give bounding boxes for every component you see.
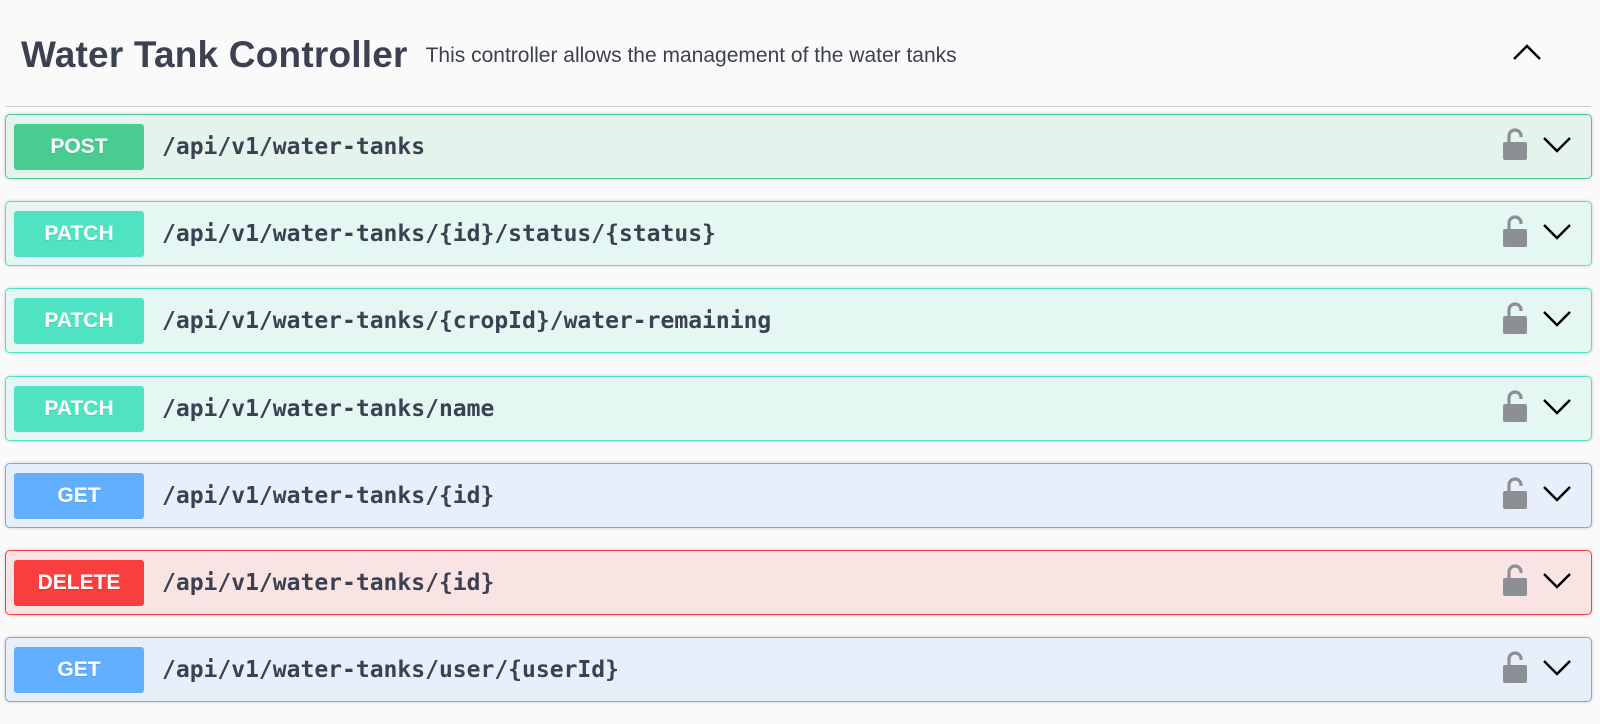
unlocked-padlock-icon[interactable] xyxy=(1501,650,1529,686)
opblock-get-water-tanks-by-user[interactable]: GET /api/v1/water-tanks/user/{userId} xyxy=(5,637,1592,702)
endpoint-path: /api/v1/water-tanks/{id} xyxy=(162,569,495,596)
method-badge: DELETE xyxy=(14,559,144,606)
unlocked-padlock-icon[interactable] xyxy=(1501,214,1529,250)
tag-description: This controller allows the management of… xyxy=(425,44,957,67)
chevron-down-icon[interactable] xyxy=(1541,132,1573,156)
unlocked-padlock-icon[interactable] xyxy=(1501,389,1529,425)
opblock-patch-water-remaining[interactable]: PATCH /api/v1/water-tanks/{cropId}/water… xyxy=(5,288,1592,353)
opblock-patch-status[interactable]: PATCH /api/v1/water-tanks/{id}/status/{s… xyxy=(5,201,1592,266)
endpoint-path: /api/v1/water-tanks/{id}/status/{status} xyxy=(162,220,716,247)
opblock-patch-name[interactable]: PATCH /api/v1/water-tanks/name xyxy=(5,376,1592,441)
unlocked-padlock-icon[interactable] xyxy=(1501,127,1529,163)
chevron-down-icon[interactable] xyxy=(1541,306,1573,330)
endpoint-path: /api/v1/water-tanks xyxy=(162,133,426,160)
tag-title: Water Tank Controller xyxy=(21,34,408,75)
method-badge: PATCH xyxy=(14,297,144,344)
opblock-delete-water-tank[interactable]: DELETE /api/v1/water-tanks/{id} xyxy=(5,550,1592,615)
chevron-up-icon[interactable] xyxy=(1507,36,1547,68)
chevron-down-icon[interactable] xyxy=(1541,481,1573,505)
endpoint-path: /api/v1/water-tanks/name xyxy=(162,395,495,422)
chevron-down-icon[interactable] xyxy=(1541,568,1573,592)
opblock-post-water-tanks[interactable]: POST /api/v1/water-tanks xyxy=(5,114,1592,179)
method-badge: GET xyxy=(14,472,144,519)
chevron-down-icon[interactable] xyxy=(1541,394,1573,418)
endpoint-path: /api/v1/water-tanks/{id} xyxy=(162,482,495,509)
chevron-down-icon[interactable] xyxy=(1541,655,1573,679)
opblock-get-water-tank-by-id[interactable]: GET /api/v1/water-tanks/{id} xyxy=(5,463,1592,528)
unlocked-padlock-icon[interactable] xyxy=(1501,563,1529,599)
tag-section-header[interactable]: Water Tank Controller This controller al… xyxy=(5,0,1591,107)
unlocked-padlock-icon[interactable] xyxy=(1501,301,1529,337)
method-badge: GET xyxy=(14,646,144,693)
chevron-down-icon[interactable] xyxy=(1541,219,1573,243)
method-badge: PATCH xyxy=(14,385,144,432)
method-badge: PATCH xyxy=(14,210,144,257)
unlocked-padlock-icon[interactable] xyxy=(1501,476,1529,512)
endpoint-path: /api/v1/water-tanks/user/{userId} xyxy=(162,656,619,683)
endpoint-path: /api/v1/water-tanks/{cropId}/water-remai… xyxy=(162,307,772,334)
method-badge: POST xyxy=(14,123,144,170)
